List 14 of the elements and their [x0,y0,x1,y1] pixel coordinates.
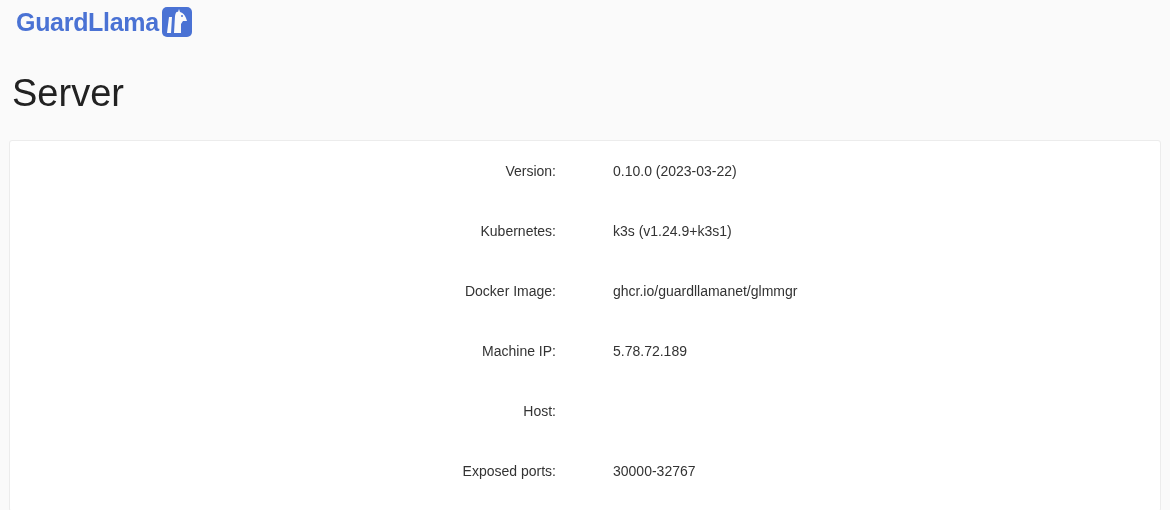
logo-text[interactable]: GuardLlama [16,7,159,37]
detail-label: Docker Image: [463,283,556,299]
detail-value: ghcr.io/guardllamanet/glmmgr [613,283,799,299]
detail-value: k3s (v1.24.9+k3s1) [613,223,733,239]
llama-logo-icon [161,7,192,37]
detail-label: Host: [522,403,556,419]
detail-value: 5.78.72.189 [613,343,688,359]
detail-label: Kubernetes: [479,223,556,239]
page-title: Server [11,71,125,116]
detail-value: 30000-32767 [613,463,697,479]
detail-value: 0.10.0 (2023-03-22) [613,163,738,179]
detail-label: Machine IP: [481,343,556,359]
detail-label: Exposed ports: [461,463,556,479]
detail-label: Version: [504,163,556,179]
